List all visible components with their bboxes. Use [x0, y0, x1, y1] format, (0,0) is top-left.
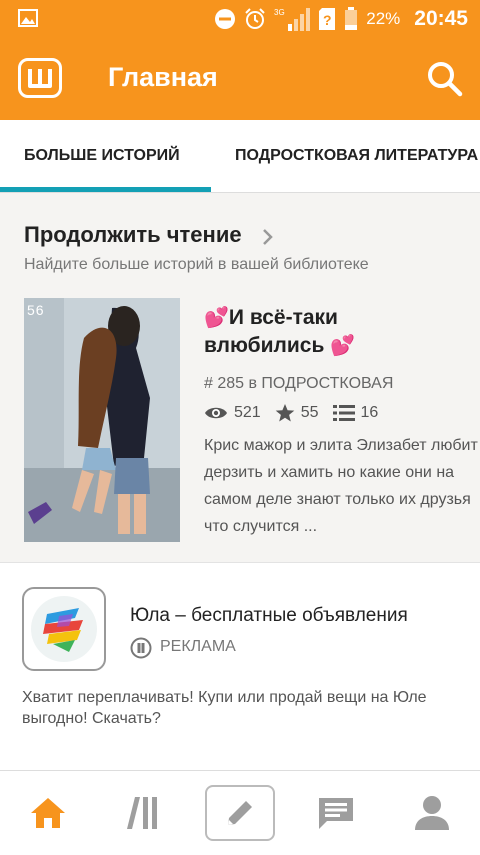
- book-stats: 521 55 16: [204, 402, 392, 424]
- status-bar: 3G ? 22% 20:45: [0, 0, 480, 38]
- continue-reading-subtitle: Найдите больше историй в вашей библиотек…: [24, 256, 369, 273]
- reads-count: 521: [234, 404, 261, 421]
- tab-bar: БОЛЬШЕ ИСТОРИЙ ПОДРОСТКОВАЯ ЛИТЕРАТУРА: [0, 120, 480, 193]
- book-title-line1: И всё-таки: [228, 306, 338, 329]
- list-icon: [332, 405, 355, 421]
- youla-logo-icon: [31, 596, 97, 662]
- battery-percent: 22%: [366, 9, 401, 28]
- ad-info-icon: [130, 637, 152, 659]
- wattpad-logo[interactable]: [18, 58, 62, 98]
- nav-write[interactable]: [192, 771, 288, 855]
- pencil-icon: [228, 801, 252, 825]
- nav-profile[interactable]: [384, 771, 480, 855]
- app-bar: Главная: [0, 38, 480, 120]
- book-cover[interactable]: 56: [24, 298, 180, 542]
- battery-icon: [345, 7, 358, 30]
- chevron-right-icon[interactable]: [262, 228, 274, 246]
- svg-text:3G: 3G: [274, 8, 285, 17]
- nav-library[interactable]: [96, 771, 192, 855]
- messages-icon: [319, 798, 353, 829]
- star-icon: [275, 404, 295, 422]
- parts-count: 16: [360, 404, 379, 421]
- sim-unknown-icon: ?: [319, 8, 336, 30]
- gallery-notification-icon: [18, 9, 38, 27]
- tab-teen-fiction[interactable]: ПОДРОСТКОВАЯ ЛИТЕРАТУРА: [235, 120, 478, 192]
- eye-icon: [205, 407, 227, 419]
- search-icon[interactable]: [424, 58, 464, 98]
- library-icon: [127, 797, 157, 829]
- ad-title[interactable]: Юла – бесплатные объявления: [130, 605, 408, 627]
- do-not-disturb-icon: [215, 9, 236, 29]
- signal-icon: 3G: [274, 8, 311, 31]
- continue-reading-title[interactable]: Продолжить чтение: [24, 222, 242, 248]
- cover-label: 56: [27, 302, 45, 318]
- logo-w-icon: [28, 69, 52, 88]
- votes-count: 55: [300, 404, 319, 421]
- alarm-icon: [245, 8, 265, 29]
- ad-description[interactable]: Хватит переплачивать! Купи или продай ве…: [22, 687, 442, 729]
- ad-app-icon[interactable]: [22, 587, 106, 671]
- profile-icon: [415, 796, 449, 830]
- ad-card[interactable]: Юла – бесплатные объявления РЕКЛАМА Хват…: [0, 562, 480, 770]
- write-button[interactable]: [205, 785, 275, 841]
- book-rank: # 285 в ПОДРОСТКОВАЯ: [204, 375, 394, 392]
- nav-home[interactable]: [0, 771, 96, 855]
- book-description[interactable]: Крис мажор и элита Элизабет любит дерзит…: [204, 432, 480, 540]
- page-title: Главная: [108, 62, 218, 92]
- home-icon: [31, 798, 65, 828]
- clock: 20:45: [414, 7, 468, 30]
- book-title-line2: влюбились: [204, 334, 325, 357]
- svg-text:?: ?: [323, 12, 332, 28]
- bottom-nav: [0, 770, 480, 855]
- tab-more-stories[interactable]: БОЛЬШЕ ИСТОРИЙ: [24, 120, 180, 192]
- nav-messages[interactable]: [288, 771, 384, 855]
- active-tab-indicator: [0, 187, 211, 192]
- cover-illustration: [24, 298, 180, 542]
- heart-icon: 💕: [330, 335, 356, 357]
- book-title[interactable]: 💕И всё-таки влюбились 💕: [204, 304, 464, 360]
- heart-icon: 💕: [204, 307, 229, 329]
- ad-badge: РЕКЛАМА: [160, 638, 236, 655]
